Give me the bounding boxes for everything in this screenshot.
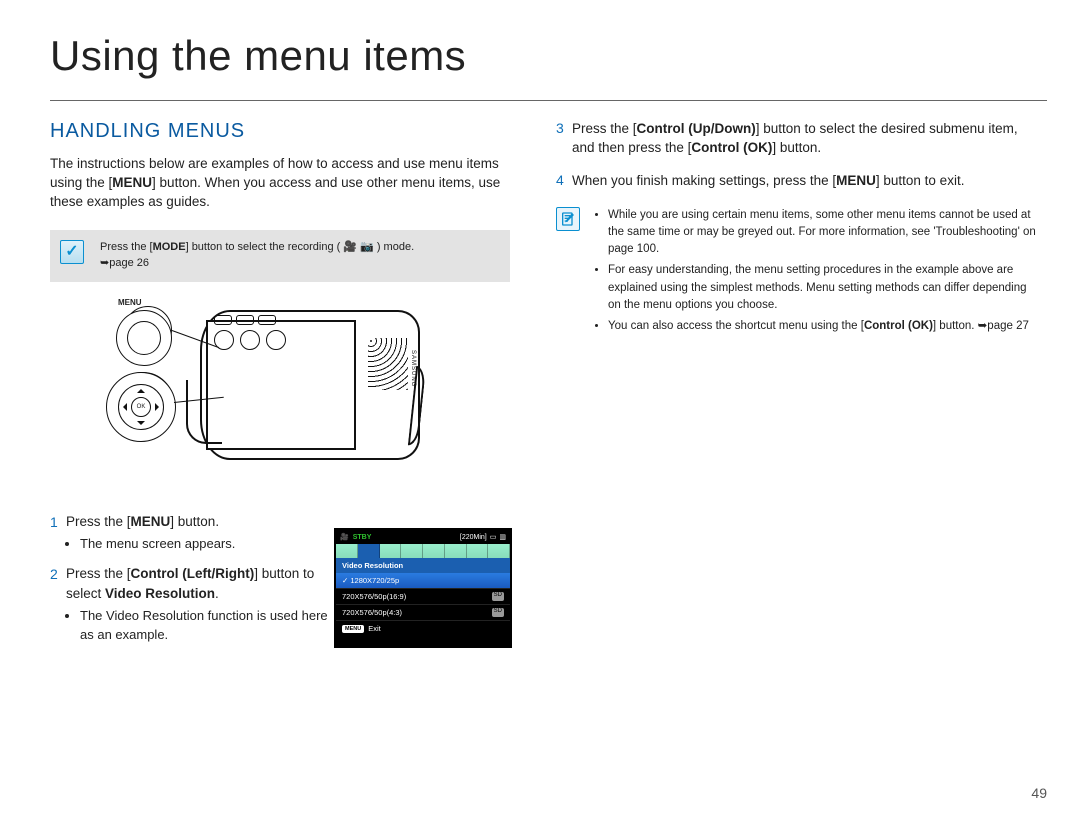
menu-button-icon xyxy=(116,310,172,366)
menu-header: Video Resolution xyxy=(336,558,510,573)
step-2: 2 Press the [Control (Left/Right)] butto… xyxy=(50,564,330,645)
step-3: 3 Press the [Control (Up/Down)] button t… xyxy=(556,120,1041,158)
ok-dpad-icon: OK xyxy=(106,372,176,442)
note-block: While you are using certain menu items, … xyxy=(556,207,1041,340)
page-title: Using the menu items xyxy=(50,32,466,80)
section-heading: HANDLING MENUS xyxy=(50,120,510,143)
check-icon: ✓ xyxy=(60,240,84,264)
callout-page-ref: ➥page 26 xyxy=(100,256,496,272)
list-item: 720X576/50p(16:9)SD xyxy=(336,589,510,605)
title-divider xyxy=(50,100,1047,101)
right-column: 3 Press the [Control (Up/Down)] button t… xyxy=(556,120,1041,339)
mode-callout: ✓ Press the [MODE] button to select the … xyxy=(50,230,510,282)
exit-row: MENU Exit xyxy=(336,621,510,636)
lcd-screen-preview: 🎥 STBY [220Min] ▭ ▥ Video Resolution ✓ 1… xyxy=(334,528,512,648)
step-1: 1 Press the [MENU] button. The menu scre… xyxy=(50,512,320,554)
list-item: ✓ 1280X720/25p xyxy=(336,573,510,589)
camera-diagram: MENU SAMSUNG OK xyxy=(50,300,420,490)
menu-list: ✓ 1280X720/25p 720X576/50p(16:9)SD 720X5… xyxy=(336,573,510,621)
battery-icon: ▥ xyxy=(499,533,506,541)
note-item: You can also access the shortcut menu us… xyxy=(608,318,1041,335)
callout-text: Press the [MODE] button to select the re… xyxy=(100,240,496,256)
note-item: While you are using certain menu items, … xyxy=(608,207,1041,259)
time-remaining: [220Min] xyxy=(460,534,487,541)
stby-indicator: STBY xyxy=(353,534,372,541)
step-4: 4 When you finish making settings, press… xyxy=(556,172,1041,191)
menu-label: MENU xyxy=(118,298,142,307)
intro-paragraph: The instructions below are examples of h… xyxy=(50,155,510,212)
list-item: 720X576/50p(4:3)SD xyxy=(336,605,510,621)
page-number: 49 xyxy=(1031,785,1047,801)
card-icon: ▭ xyxy=(490,533,497,541)
camera-mode-icon: 🎥 xyxy=(340,533,349,541)
menu-tab-bar xyxy=(336,544,510,558)
note-icon xyxy=(556,207,580,231)
note-item: For easy understanding, the menu setting… xyxy=(608,262,1041,314)
